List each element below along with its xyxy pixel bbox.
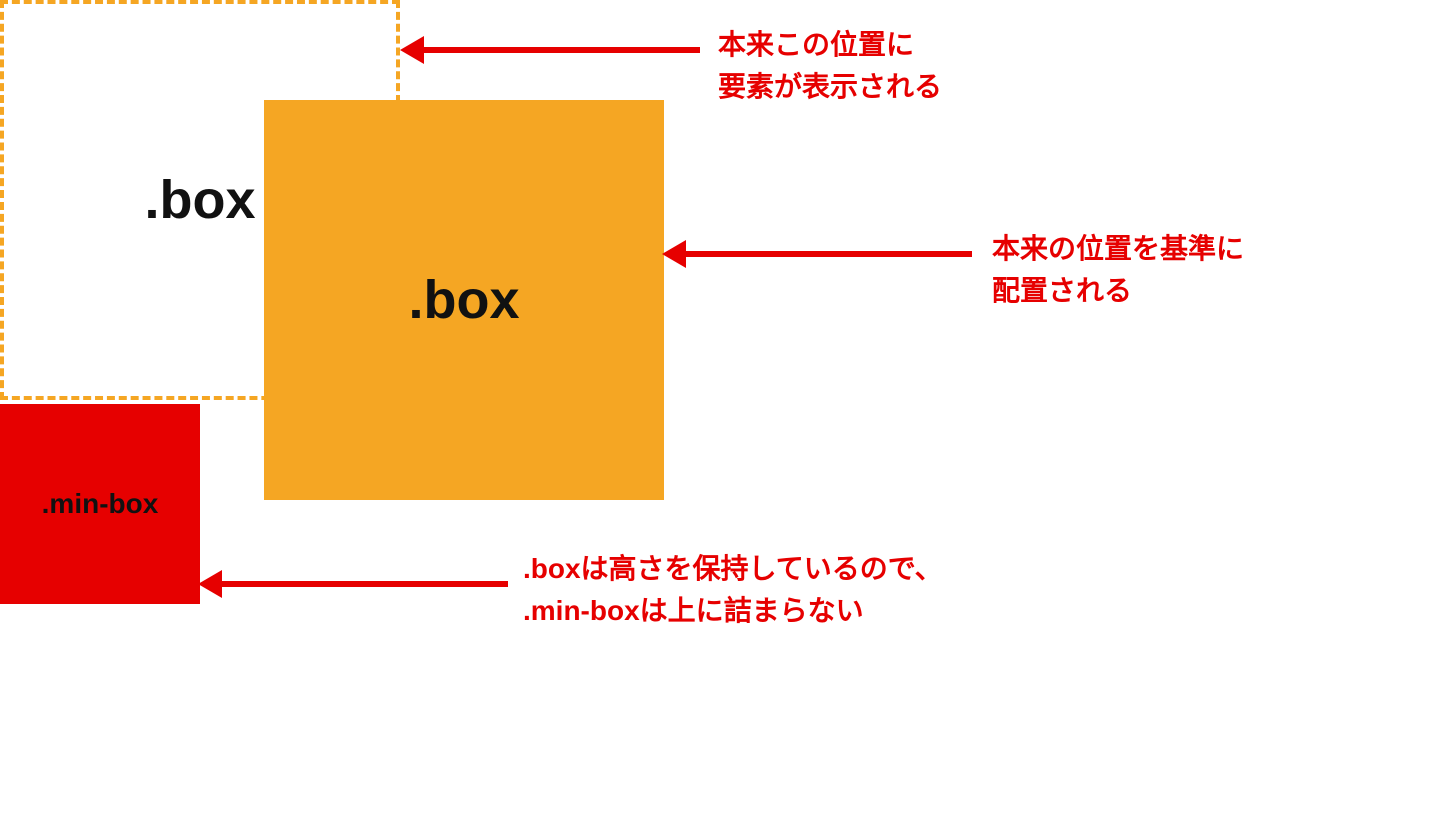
min-box-label: .min-box <box>42 488 159 520</box>
original-box-label: .box <box>144 169 255 231</box>
min-box: .min-box <box>0 404 200 604</box>
offset-box-label: .box <box>408 269 519 331</box>
diagram-canvas: .box .box .min-box 本来この位置に要素が表示される 本来の位置… <box>0 0 1440 821</box>
arrow-line <box>682 251 972 257</box>
annotation-text: 本来この位置に要素が表示される <box>718 24 942 108</box>
annotation-text: 本来の位置を基準に配置される <box>992 228 1244 312</box>
arrow-line <box>420 47 700 53</box>
arrow-line <box>218 581 508 587</box>
offset-box: .box <box>264 100 664 500</box>
annotation-text: .boxは高さを保持しているので、.min-boxは上に詰まらない <box>523 548 943 632</box>
